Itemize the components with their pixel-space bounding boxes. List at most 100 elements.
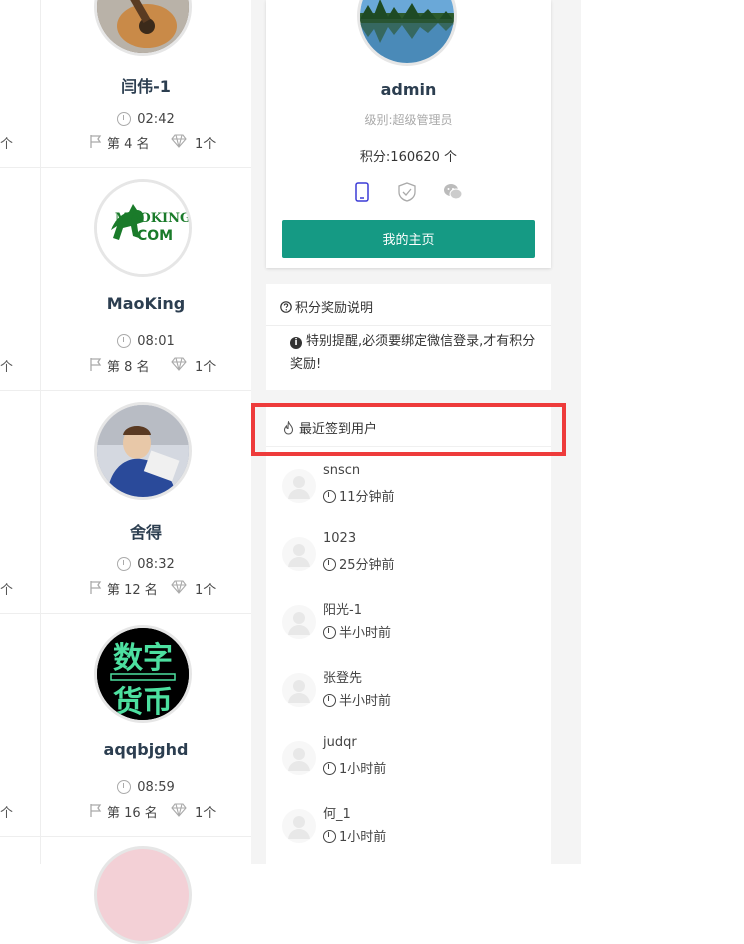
reward-info-title: 积分奖励说明 <box>280 297 373 316</box>
cut-off-count: 个 <box>0 806 14 821</box>
profile-card: admin 级别:超级管理员 积分:160620 个 我的主页 <box>266 0 551 268</box>
wechat-icon[interactable] <box>443 182 463 202</box>
diamond-icon <box>171 580 187 594</box>
info-icon: i <box>290 337 302 349</box>
clock-icon <box>117 334 132 348</box>
reward-notice: i 特别提醒,必须要绑定微信登录,才有积分奖励! <box>290 334 536 372</box>
username[interactable]: 闫伟-1 <box>41 73 251 97</box>
my-homepage-button[interactable]: 我的主页 <box>282 220 535 258</box>
svg-text:数字: 数字 <box>113 641 173 676</box>
clock-icon <box>323 490 336 503</box>
rank-label: 第 4 名 <box>107 137 150 152</box>
avatar[interactable]: MAOKING COM <box>94 179 192 277</box>
shield-check-icon[interactable] <box>397 182 417 202</box>
svg-text:COM: COM <box>137 228 173 244</box>
clock-icon <box>323 626 336 639</box>
avatar[interactable] <box>94 402 192 500</box>
flag-icon <box>90 358 102 371</box>
recent-user-time: 25分钟前 <box>323 554 395 573</box>
clock-icon <box>117 557 132 571</box>
leaderboard-card[interactable]: 闫伟-1 02:42 第 4 名 1个 <box>41 0 251 167</box>
flag-icon <box>90 135 102 148</box>
clock-icon <box>323 558 336 571</box>
recent-checkins-panel: 最近签到用户 snscn 11分钟前 1023 25分钟前 阳光-1 半小时前 … <box>266 405 551 864</box>
recent-user-item[interactable]: 1023 25分钟前 <box>282 531 542 587</box>
recent-user-item[interactable]: snscn 11分钟前 <box>282 463 542 519</box>
diamond-icon <box>171 134 187 148</box>
cut-off-count: 个 <box>0 137 14 152</box>
lake-avatar-image <box>360 0 454 63</box>
profile-name[interactable]: admin <box>266 80 551 99</box>
cut-off-count: 个 <box>0 360 14 375</box>
avatar[interactable]: 数字 货币 <box>94 625 192 723</box>
checkin-time: 08:32 <box>41 557 251 572</box>
recent-user-item[interactable]: 张登先 半小时前 <box>282 671 542 723</box>
profile-level: 级别:超级管理员 <box>364 113 453 127</box>
diamond-count: 1个 <box>195 806 217 821</box>
recent-user-item[interactable]: 阳光-1 半小时前 <box>282 603 542 655</box>
recent-user-time: 半小时前 <box>323 690 391 709</box>
recent-user-item[interactable]: judqr 1小时前 <box>282 735 542 791</box>
guitar-avatar-image <box>97 0 189 53</box>
divider <box>266 325 551 326</box>
recent-user-time: 11分钟前 <box>323 486 395 505</box>
recent-user-name[interactable]: 张登先 <box>323 667 362 686</box>
maoking-logo: MAOKING COM <box>97 182 189 274</box>
recent-user-name[interactable]: 何_1 <box>323 803 351 822</box>
username[interactable]: aqqbjghd <box>41 740 251 759</box>
default-avatar-icon <box>282 741 316 775</box>
mobile-icon[interactable] <box>352 182 372 202</box>
reward-info-panel: 积分奖励说明 i 特别提醒,必须要绑定微信登录,才有积分奖励! <box>266 284 551 390</box>
leaderboard-card[interactable]: 数字 货币 aqqbjghd 08:59 第 16 名 1个 <box>41 613 251 836</box>
default-avatar-icon <box>282 809 316 843</box>
checkin-time: 08:01 <box>41 334 251 349</box>
default-avatar-icon <box>282 537 316 571</box>
avatar[interactable] <box>94 0 192 56</box>
clock-icon <box>117 112 132 126</box>
username[interactable]: MaoKing <box>41 294 251 313</box>
rank-label: 第 12 名 <box>107 583 158 598</box>
svg-text:MAOKING: MAOKING <box>115 211 189 226</box>
diamond-icon <box>171 803 187 817</box>
clock-icon <box>323 830 336 843</box>
rank-label: 第 16 名 <box>107 806 158 821</box>
checkin-time: 08:59 <box>41 780 251 795</box>
row-divider <box>0 836 251 837</box>
digital-currency-logo: 数字 货币 <box>97 628 189 720</box>
clock-icon <box>117 780 132 794</box>
cut-off-count: 个 <box>0 583 14 598</box>
question-circle-icon <box>280 301 292 313</box>
clock-icon <box>323 762 336 775</box>
recent-user-time: 半小时前 <box>323 622 391 641</box>
diamond-count: 1个 <box>195 360 217 375</box>
default-avatar-icon <box>282 605 316 639</box>
diamond-count: 1个 <box>195 137 217 152</box>
leaderboard-card[interactable]: 舍得 08:32 第 12 名 1个 <box>41 390 251 613</box>
rank-label: 第 8 名 <box>107 360 150 375</box>
svg-text:货币: 货币 <box>113 685 173 720</box>
diamond-icon <box>171 357 187 371</box>
recent-user-name[interactable]: snscn <box>323 463 360 478</box>
recent-user-time: 1小时前 <box>323 758 386 777</box>
default-avatar-icon <box>282 469 316 503</box>
page-right-margin <box>581 0 744 864</box>
diamond-count: 1个 <box>195 583 217 598</box>
recent-user-name[interactable]: 1023 <box>323 531 356 546</box>
flag-icon <box>90 581 102 594</box>
default-avatar-icon <box>282 673 316 707</box>
profile-points: 积分:160620 个 <box>359 150 458 165</box>
flag-icon <box>90 804 102 817</box>
clock-icon <box>323 694 336 707</box>
avatar[interactable] <box>94 846 192 944</box>
recent-user-name[interactable]: 阳光-1 <box>323 599 362 618</box>
highlight-box <box>251 403 566 456</box>
recent-user-item[interactable]: 何_1 1小时前 <box>282 807 542 859</box>
person-avatar-image <box>97 405 189 497</box>
admin-avatar[interactable] <box>357 0 457 66</box>
recent-user-name[interactable]: judqr <box>323 735 357 750</box>
recent-user-time: 1小时前 <box>323 826 386 845</box>
checkin-time: 02:42 <box>41 112 251 127</box>
username[interactable]: 舍得 <box>41 519 251 543</box>
leaderboard-card[interactable]: MAOKING COM MaoKing 08:01 第 8 名 1个 <box>41 167 251 390</box>
leaderboard-column: 个 个 个 个 闫伟-1 02:42 第 4 名 1个 MAOKING COM … <box>0 0 251 944</box>
